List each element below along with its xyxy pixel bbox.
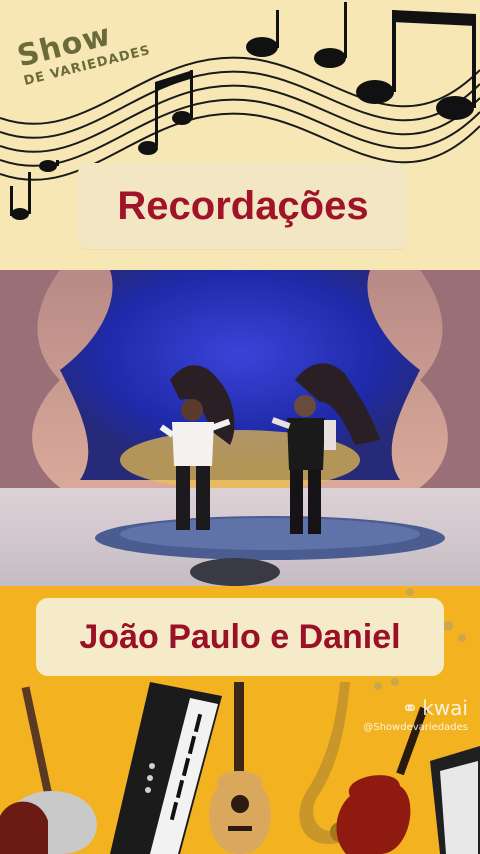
artist-card: João Paulo e Daniel: [36, 598, 444, 676]
stage-scene-image: [0, 270, 480, 586]
kwai-brand: ⚭ kwai: [363, 696, 468, 720]
accordion-icon: [430, 746, 480, 854]
kwai-watermark: ⚭ kwai @Showdevariedades: [363, 696, 468, 733]
keyboard-icon: [110, 682, 222, 854]
footer-banner: João Paulo e Daniel ⚭ kwai @Showdevaried…: [0, 586, 480, 854]
electric-guitar-icon: [0, 686, 97, 854]
page-title: Recordações: [117, 183, 369, 228]
title-card: Recordações: [78, 163, 408, 249]
kwai-handle-text: @Showdevariedades: [363, 722, 468, 733]
kwai-logo-icon: ⚭: [401, 696, 419, 720]
video-frame[interactable]: [0, 270, 480, 586]
artist-name: João Paulo e Daniel: [79, 617, 401, 656]
kwai-brand-text: kwai: [422, 696, 468, 720]
header-banner: Show DE VARIEDADES Recordações: [0, 0, 480, 270]
